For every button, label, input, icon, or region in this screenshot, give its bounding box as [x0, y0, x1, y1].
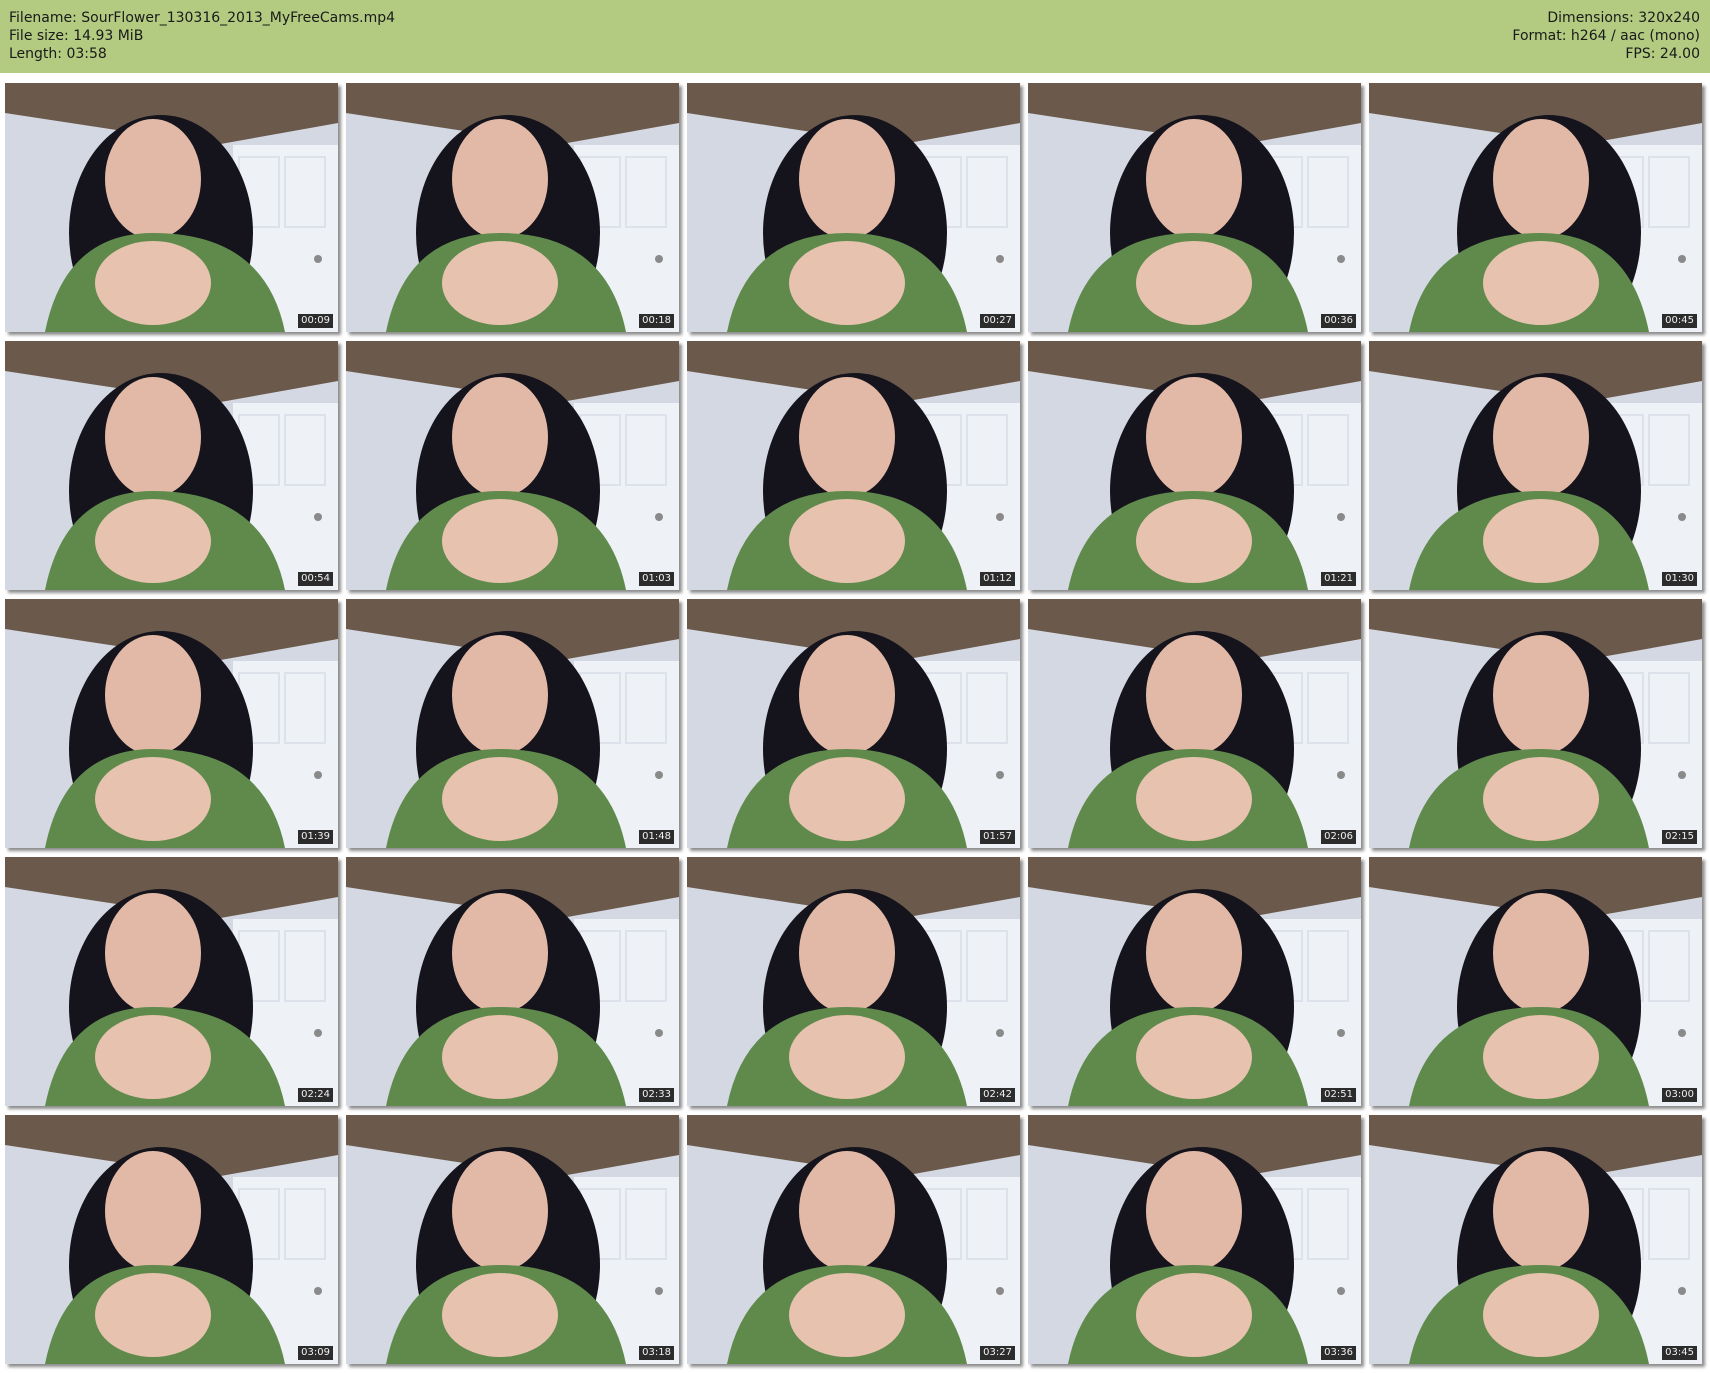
info-header: Filename: SourFlower_130316_2013_MyFreeC…	[0, 0, 1710, 73]
timestamp-label: 01:39	[298, 830, 333, 844]
timestamp-label: 02:24	[298, 1088, 333, 1102]
timestamp-label: 03:36	[1321, 1346, 1356, 1360]
thumbnail-image	[346, 1115, 679, 1364]
thumbnail: 01:12	[687, 341, 1020, 590]
thumbnail-image	[687, 1115, 1020, 1364]
format-text: Format: h264 / aac (mono)	[1512, 28, 1700, 44]
timestamp-label: 03:45	[1662, 1346, 1697, 1360]
thumbnail: 01:30	[1369, 341, 1702, 590]
thumbnail-image	[5, 341, 338, 590]
timestamp-label: 00:54	[298, 572, 333, 586]
thumbnail: 01:57	[687, 599, 1020, 848]
thumbnail-image	[5, 1115, 338, 1364]
filesize-text: File size: 14.93 MiB	[9, 28, 144, 44]
thumbnail: 00:09	[5, 83, 338, 332]
thumbnail-image	[687, 83, 1020, 332]
thumbnail: 01:03	[346, 341, 679, 590]
thumbnail: 00:45	[1369, 83, 1702, 332]
timestamp-label: 03:09	[298, 1346, 333, 1360]
timestamp-label: 03:00	[1662, 1088, 1697, 1102]
thumbnail-image	[687, 341, 1020, 590]
timestamp-label: 00:18	[639, 314, 674, 328]
length-text: Length: 03:58	[9, 46, 107, 62]
timestamp-label: 00:09	[298, 314, 333, 328]
thumbnail-image	[1369, 857, 1702, 1106]
timestamp-label: 03:27	[980, 1346, 1015, 1360]
thumbnail: 03:45	[1369, 1115, 1702, 1364]
thumbnail: 00:36	[1028, 83, 1361, 332]
thumbnail: 00:54	[5, 341, 338, 590]
timestamp-label: 02:42	[980, 1088, 1015, 1102]
thumbnail: 02:15	[1369, 599, 1702, 848]
thumbnail-image	[1028, 1115, 1361, 1364]
thumbnail-image	[5, 599, 338, 848]
timestamp-label: 01:03	[639, 572, 674, 586]
filename-text: Filename: SourFlower_130316_2013_MyFreeC…	[9, 10, 396, 26]
thumbnail-image	[1028, 857, 1361, 1106]
thumbnail: 01:39	[5, 599, 338, 848]
thumbnail-image	[1369, 341, 1702, 590]
timestamp-label: 01:48	[639, 830, 674, 844]
thumbnail-image	[687, 857, 1020, 1106]
thumbnail: 02:51	[1028, 857, 1361, 1106]
timestamp-label: 01:30	[1662, 572, 1697, 586]
thumbnail: 03:36	[1028, 1115, 1361, 1364]
thumbnail: 02:06	[1028, 599, 1361, 848]
thumbnail-image	[346, 599, 679, 848]
thumbnail: 02:42	[687, 857, 1020, 1106]
timestamp-label: 02:51	[1321, 1088, 1356, 1102]
thumbnail: 00:27	[687, 83, 1020, 332]
thumbnail-image	[687, 599, 1020, 848]
thumbnail-image	[346, 83, 679, 332]
fps-text: FPS: 24.00	[1625, 46, 1700, 62]
timestamp-label: 01:57	[980, 830, 1015, 844]
thumbnail: 01:48	[346, 599, 679, 848]
thumbnail-image	[346, 857, 679, 1106]
timestamp-label: 02:15	[1662, 830, 1697, 844]
thumbnail-image	[5, 83, 338, 332]
thumbnail: 02:24	[5, 857, 338, 1106]
thumbnail: 00:18	[346, 83, 679, 332]
timestamp-label: 01:12	[980, 572, 1015, 586]
timestamp-label: 02:06	[1321, 830, 1356, 844]
thumbnail: 03:00	[1369, 857, 1702, 1106]
timestamp-label: 03:18	[639, 1346, 674, 1360]
thumbnail: 03:18	[346, 1115, 679, 1364]
thumbnail-image	[1028, 83, 1361, 332]
thumbnail-grid: 00:09 00:18 00:27 00:36 00:45 00:54 01:03 01:12…	[5, 83, 1702, 1364]
thumbnail-image	[1028, 599, 1361, 848]
dimensions-text: Dimensions: 320x240	[1547, 10, 1700, 26]
thumbnail-image	[1369, 599, 1702, 848]
thumbnail: 02:33	[346, 857, 679, 1106]
timestamp-label: 00:36	[1321, 314, 1356, 328]
stream-info: Dimensions: 320x240 Format: h264 / aac (…	[1512, 9, 1700, 63]
thumbnail: 03:09	[5, 1115, 338, 1364]
thumbnail: 01:21	[1028, 341, 1361, 590]
thumbnail-image	[1028, 341, 1361, 590]
thumbnail: 03:27	[687, 1115, 1020, 1364]
timestamp-label: 00:27	[980, 314, 1015, 328]
thumbnail-image	[346, 341, 679, 590]
thumbnail-image	[5, 857, 338, 1106]
timestamp-label: 01:21	[1321, 572, 1356, 586]
file-info: Filename: SourFlower_130316_2013_MyFreeC…	[9, 9, 395, 63]
timestamp-label: 00:45	[1662, 314, 1697, 328]
thumbnail-image	[1369, 1115, 1702, 1364]
thumbnail-image	[1369, 83, 1702, 332]
timestamp-label: 02:33	[639, 1088, 674, 1102]
